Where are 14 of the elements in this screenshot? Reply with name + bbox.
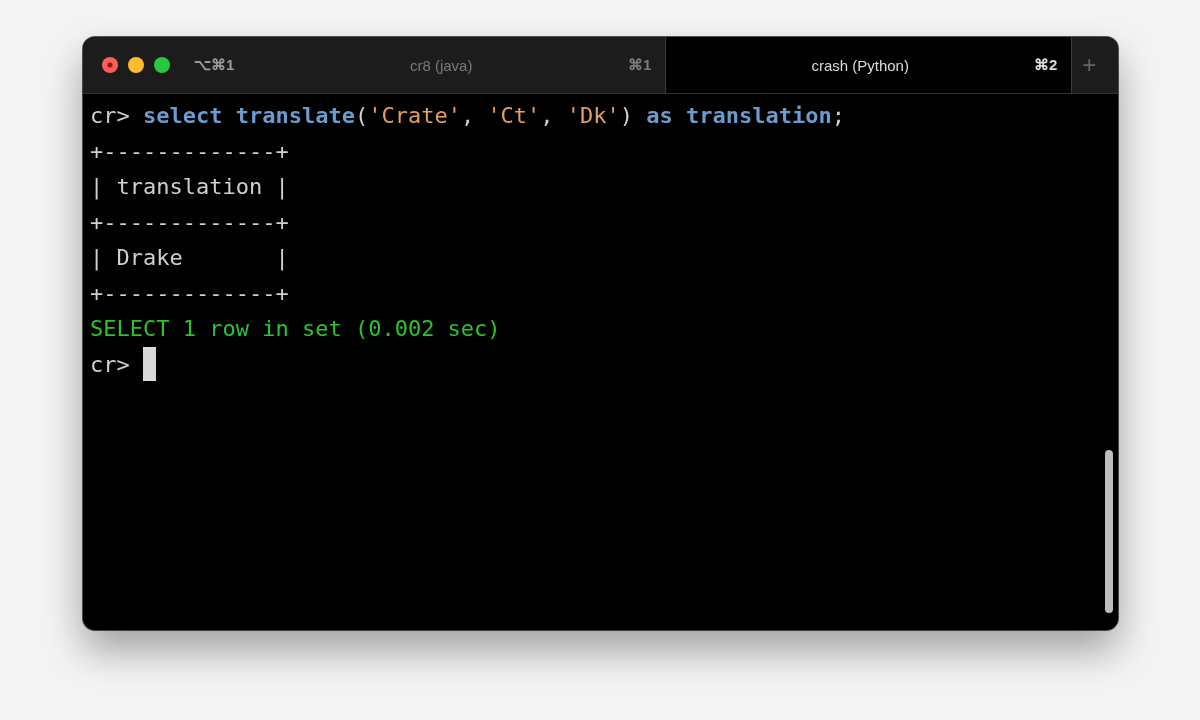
window-shortcut: ⌥⌘1 — [194, 56, 235, 74]
table-output: +-------------+ — [90, 137, 289, 166]
scrollbar[interactable] — [1105, 450, 1113, 613]
prompt: cr> — [90, 350, 131, 379]
status-message: SELECT 1 row in set (0.002 sec) — [90, 315, 501, 343]
tab[interactable]: crash (Python) ⌘2 — [665, 37, 1073, 93]
table-output: | translation | — [90, 173, 289, 202]
close-icon[interactable] — [102, 57, 118, 73]
table-output: +-------------+ — [90, 279, 289, 308]
minimize-icon[interactable] — [128, 57, 144, 73]
table-output: +-------------+ — [90, 208, 289, 237]
command-line: cr> select translate('Crate', 'Ct', 'Dk') as translation; — [90, 102, 846, 130]
table-output: | Drake | — [90, 244, 289, 273]
maximize-icon[interactable] — [154, 57, 170, 73]
